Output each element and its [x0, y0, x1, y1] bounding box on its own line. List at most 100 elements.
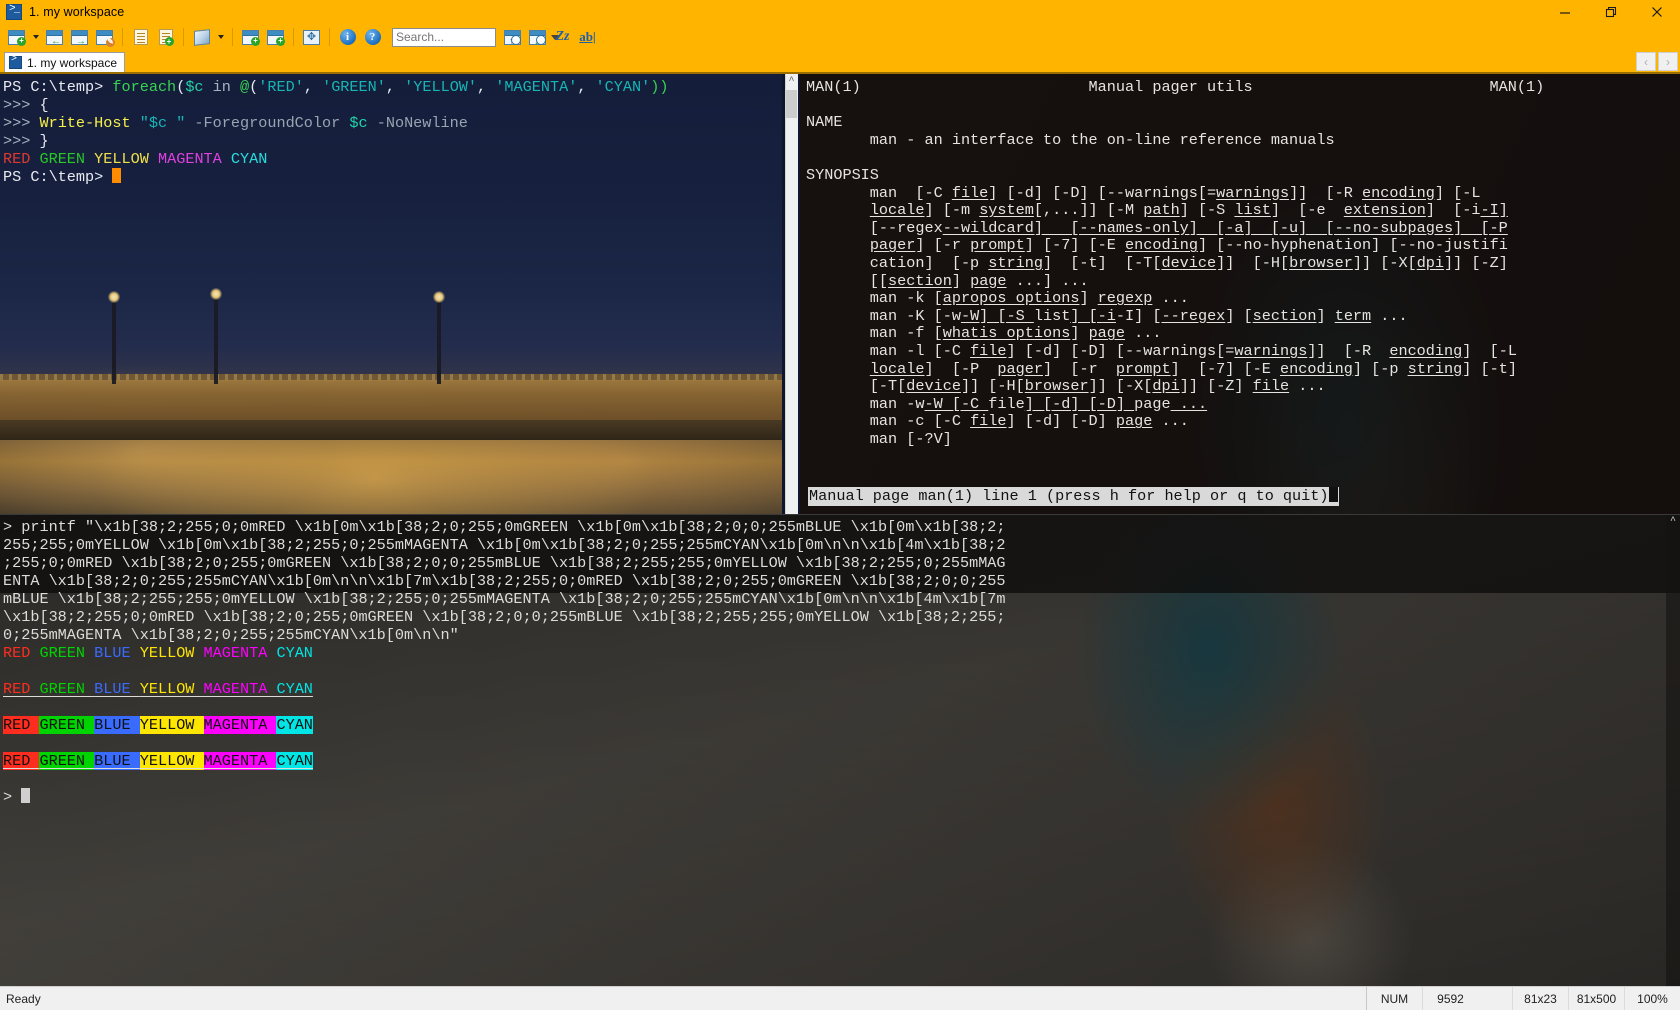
match-whole-word-button[interactable]: ab|	[575, 25, 600, 49]
split-left-button[interactable]: ←	[42, 25, 67, 49]
scroll-up-arrow-icon[interactable]: ^	[786, 76, 797, 88]
color-word: GREEN	[39, 644, 95, 662]
status-num: NUM	[1366, 986, 1422, 1010]
color-word: YELLOW	[139, 716, 204, 734]
bridge-shadow	[0, 420, 782, 440]
cube-icon	[193, 28, 210, 46]
color-demo-row: RED GREEN BLUE YELLOW MAGENTA CYAN	[3, 644, 1680, 662]
fullscreen-button[interactable]: ✥	[299, 25, 324, 49]
copy-button[interactable]	[128, 25, 153, 49]
tab-next-button[interactable]: ›	[1658, 52, 1678, 71]
man-line: [-T[device]] [-H[browser]] [-X[dpi]] [-Z…	[806, 377, 1326, 396]
scroll-up-arrow-icon[interactable]: ^	[1666, 515, 1680, 529]
bash-pane[interactable]: > printf "\x1b[38;2;255;0;0mRED \x1b[0m\…	[0, 514, 1680, 986]
powershell-icon	[9, 54, 22, 69]
color-word: BLUE	[94, 680, 140, 698]
status-ready: Ready	[6, 991, 41, 1006]
terminal-line: >>> }	[3, 132, 49, 150]
terminal-cursor	[112, 168, 122, 183]
man-line: man -k [apropos options] regexp ...	[806, 289, 1189, 308]
color-word: GREEN	[39, 716, 95, 734]
tab-prev-button[interactable]: ‹	[1636, 52, 1656, 71]
toolbar-separator	[329, 28, 330, 46]
tab-nav: ‹ ›	[1636, 52, 1678, 71]
pane-splitter[interactable]: ^	[782, 74, 800, 514]
help-button[interactable]: ?	[360, 25, 385, 49]
color-demo-row: RED GREEN BLUE YELLOW MAGENTA CYAN	[3, 752, 1680, 770]
search-box[interactable]	[392, 27, 559, 47]
powershell-pane[interactable]: PS C:\temp> foreach($c in @('RED', 'GREE…	[0, 74, 782, 514]
paste-button[interactable]: +	[153, 25, 178, 49]
info-button[interactable]: i	[335, 25, 360, 49]
terminal-line: 0;255mMAGENTA \x1b[38;2;0;255;255mCYAN\x…	[3, 626, 459, 644]
expand-icon: ✥	[303, 29, 320, 45]
info-icon: i	[339, 29, 356, 45]
color-word: CYAN	[276, 644, 313, 662]
man-cursor	[1328, 487, 1338, 502]
split-right-icon: →	[71, 29, 88, 47]
toolbar-separator	[183, 28, 184, 46]
find-next-button[interactable]: ↓	[525, 25, 550, 49]
terminal-line: >>> Write-Host "$c " -ForegroundColor $c…	[3, 114, 468, 132]
terminal-line: >>> {	[3, 96, 49, 114]
color-word: RED	[3, 644, 40, 662]
powershell-scrollbar[interactable]	[785, 74, 798, 514]
new-window-icon: +	[8, 29, 26, 46]
bash-output: > printf "\x1b[38;2;255;0;0mRED \x1b[0m\…	[0, 515, 1680, 806]
tab-my-workspace[interactable]: 1. my workspace	[4, 52, 126, 72]
bash-scrollbar[interactable]: ^	[1666, 515, 1680, 986]
minimize-button[interactable]	[1542, 0, 1588, 24]
find-previous-button[interactable]: ↑	[500, 25, 525, 49]
man-line: pager] [-r prompt] [-7] [-E encoding] [-…	[869, 236, 1508, 255]
package-dropdown[interactable]	[214, 25, 227, 49]
lamp-post	[210, 288, 222, 384]
color-word: CYAN	[276, 716, 313, 734]
man-line: locale] [-P pager] [-r prompt] [-7] [-E …	[869, 359, 1517, 378]
man-line: man -w-W [-C file] [-d] [-D] page ...	[806, 394, 1208, 413]
find-down-icon: ↓	[529, 29, 546, 47]
close-button[interactable]	[1634, 0, 1680, 24]
color-word: GREEN	[39, 680, 95, 698]
man-blank-line	[806, 97, 1680, 115]
rename-tab-button[interactable]: ✎	[92, 25, 117, 49]
pencil-window-icon: ✎	[96, 29, 115, 47]
split-vertical-icon: +	[267, 29, 285, 46]
lamp-post	[108, 291, 120, 384]
chevron-down-icon	[217, 35, 224, 39]
window-title: 1. my workspace	[29, 5, 125, 19]
terminal-area: PS C:\temp> foreach($c in @('RED', 'GREE…	[0, 72, 1680, 986]
new-console-button[interactable]: +	[4, 25, 29, 49]
status-zoom: 100%	[1624, 986, 1680, 1010]
tab-strip: 1. my workspace ‹ ›	[0, 50, 1680, 72]
man-pager-pane[interactable]: MAN(1) Manual pager utils MAN(1) NAME ma…	[800, 74, 1680, 514]
color-word: RED	[3, 752, 40, 770]
status-gap	[1478, 987, 1512, 1010]
toolbar-separator	[232, 28, 233, 46]
package-button[interactable]	[189, 25, 214, 49]
terminal-line: RED GREEN YELLOW MAGENTA CYAN	[3, 150, 268, 168]
color-demo-row: RED GREEN BLUE YELLOW MAGENTA CYAN	[3, 716, 1680, 734]
color-word: MAGENTA	[203, 752, 277, 770]
split-vertical-button[interactable]: +	[263, 25, 288, 49]
toolbar-separator	[293, 28, 294, 46]
man-line: cation] [-p string] [-t] [-T[device]] [-…	[806, 253, 1508, 272]
man-blank-line	[806, 448, 1680, 466]
powershell-output: PS C:\temp> foreach($c in @('RED', 'GREE…	[0, 74, 782, 186]
match-case-button[interactable]: Zz	[550, 25, 575, 49]
split-right-button[interactable]: →	[67, 25, 92, 49]
split-horizontal-button[interactable]: +	[238, 25, 263, 49]
split-horizontal-icon: +	[242, 29, 260, 46]
color-word: BLUE	[94, 716, 140, 734]
status-size-buffer: 81x500	[1568, 986, 1624, 1010]
color-word: CYAN	[276, 680, 313, 698]
list-icon	[133, 29, 148, 45]
restore-button[interactable]	[1588, 0, 1634, 24]
new-console-dropdown[interactable]	[29, 25, 42, 49]
color-word: MAGENTA	[203, 680, 277, 698]
man-line: man -f [whatis options] page ...	[806, 324, 1162, 343]
chevron-down-icon	[32, 35, 39, 39]
scrollbar-thumb[interactable]	[786, 90, 797, 118]
man-line: man -l [-C file] [-d] [-D] [--warnings[=…	[806, 341, 1517, 360]
